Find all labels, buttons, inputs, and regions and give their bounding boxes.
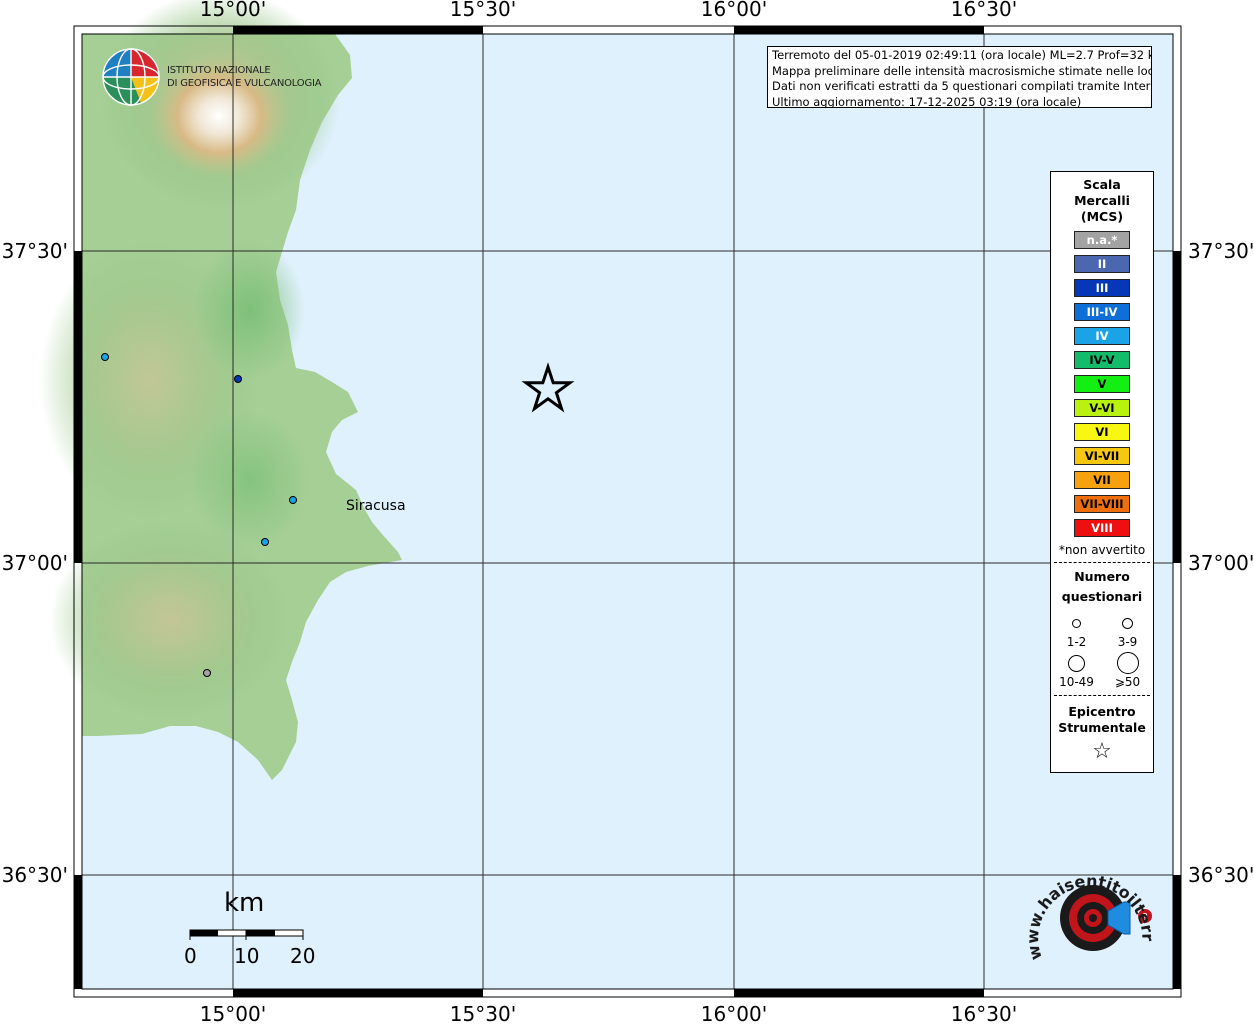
intensity-point	[289, 496, 297, 504]
circle-medium-icon	[1122, 617, 1133, 629]
legend-divider	[1054, 695, 1150, 696]
city-label-siracusa: Siracusa	[346, 498, 406, 514]
lon-label: 16°30'	[951, 1002, 1017, 1024]
scale-tick: 20	[290, 944, 316, 968]
intensity-point	[261, 538, 269, 546]
globe-icon	[102, 48, 160, 106]
lat-label: 37°00'	[1188, 551, 1254, 575]
intensity-swatch: V	[1074, 375, 1130, 393]
intensity-swatch: VIII	[1074, 519, 1130, 537]
lat-label: 37°30'	[1188, 239, 1254, 263]
lon-label: 15°30'	[450, 0, 516, 21]
lon-label: 16°30'	[951, 0, 1017, 21]
scale-tick: 0	[184, 944, 197, 968]
intensity-swatch: II	[1074, 255, 1130, 273]
intensity-swatch: III	[1074, 279, 1130, 297]
count-title: Numero questionari	[1061, 569, 1143, 604]
count-item: 10-49	[1051, 651, 1102, 689]
lat-label: 36°30'	[1188, 863, 1254, 887]
count-item: 1-2	[1051, 611, 1102, 649]
legend-divider	[1054, 562, 1150, 563]
intensity-swatch: VII	[1074, 471, 1130, 489]
intensity-swatch: VI-VII	[1074, 447, 1130, 465]
circle-small-icon	[1072, 618, 1081, 628]
lat-label: 37°30'	[2, 239, 68, 263]
info-line: Ultimo aggiornamento: 17-12-2025 03:19 (…	[772, 94, 1082, 108]
lat-label: 37°00'	[2, 551, 68, 575]
longitude-labels-top: 15°00' 15°30' 16°00' 16°30'	[200, 0, 1017, 21]
info-line: Mappa preliminare delle intensità macros…	[772, 63, 1152, 78]
lon-label: 15°00'	[200, 1002, 266, 1024]
epicenter-title: Epicentro Strumentale	[1058, 704, 1146, 735]
legend-title: Scala Mercalli (MCS)	[1074, 177, 1130, 224]
lon-label: 16°00'	[701, 1002, 767, 1024]
intensity-swatch: VI	[1074, 423, 1130, 441]
intensity-swatch: VII-VIII	[1074, 495, 1130, 513]
intensity-swatch: IV	[1074, 327, 1130, 345]
circle-xlarge-icon	[1116, 652, 1139, 674]
info-line: Dati non verificati estratti da 5 questi…	[772, 79, 1152, 93]
scale-tick: 10	[234, 944, 260, 968]
lon-label: 15°30'	[450, 1002, 516, 1024]
intensity-swatch: IV-V	[1074, 351, 1130, 369]
circle-large-icon	[1068, 654, 1085, 672]
ingv-name-line2: DI GEOFISICA E VULCANOLOGIA	[167, 78, 322, 89]
longitude-labels-bottom: 15°00' 15°30' 16°00' 16°30'	[200, 1002, 1017, 1024]
info-line: Terremoto del 05-01-2019 02:49:11 (ora l…	[772, 48, 1152, 62]
scale-unit: km	[224, 888, 265, 918]
intensity-swatch: n.a.*	[1074, 231, 1130, 249]
legend-panel: Scala Mercalli (MCS) n.a.* II III III-IV IV I…	[1050, 171, 1154, 773]
ingv-name-line1: ISTITUTO NAZIONALE	[167, 65, 271, 76]
count-item: 3-9	[1102, 611, 1153, 649]
count-symbols: 1-2 3-9 10-49 ⩾50	[1051, 611, 1153, 689]
event-info-box: Terremoto del 05-01-2019 02:49:11 (ora l…	[767, 46, 1152, 108]
intensity-swatch: V-VI	[1074, 399, 1130, 417]
intensity-scale-list: n.a.* II III III-IV IV IV-V V V-VI VI VI-VII VII VI…	[1051, 231, 1153, 537]
star-outline-icon: ☆	[1092, 739, 1112, 764]
ingv-logo: ISTITUTO NAZIONALE DI GEOFISICA E VULCAN…	[101, 47, 322, 107]
count-item: ⩾50	[1102, 651, 1153, 689]
intensity-point	[203, 669, 211, 677]
scale-bar: km 0 10 20	[180, 888, 320, 978]
lon-label: 15°00'	[200, 0, 266, 21]
legend-note: *non avvertito	[1058, 543, 1146, 557]
lon-label: 16°00'	[701, 0, 767, 21]
latitude-labels-right: 37°30' 37°00' 36°30'	[1188, 239, 1254, 887]
intensity-point	[234, 375, 242, 383]
intensity-swatch: III-IV	[1074, 303, 1130, 321]
lat-label: 36°30'	[2, 863, 68, 887]
intensity-point	[101, 353, 109, 361]
